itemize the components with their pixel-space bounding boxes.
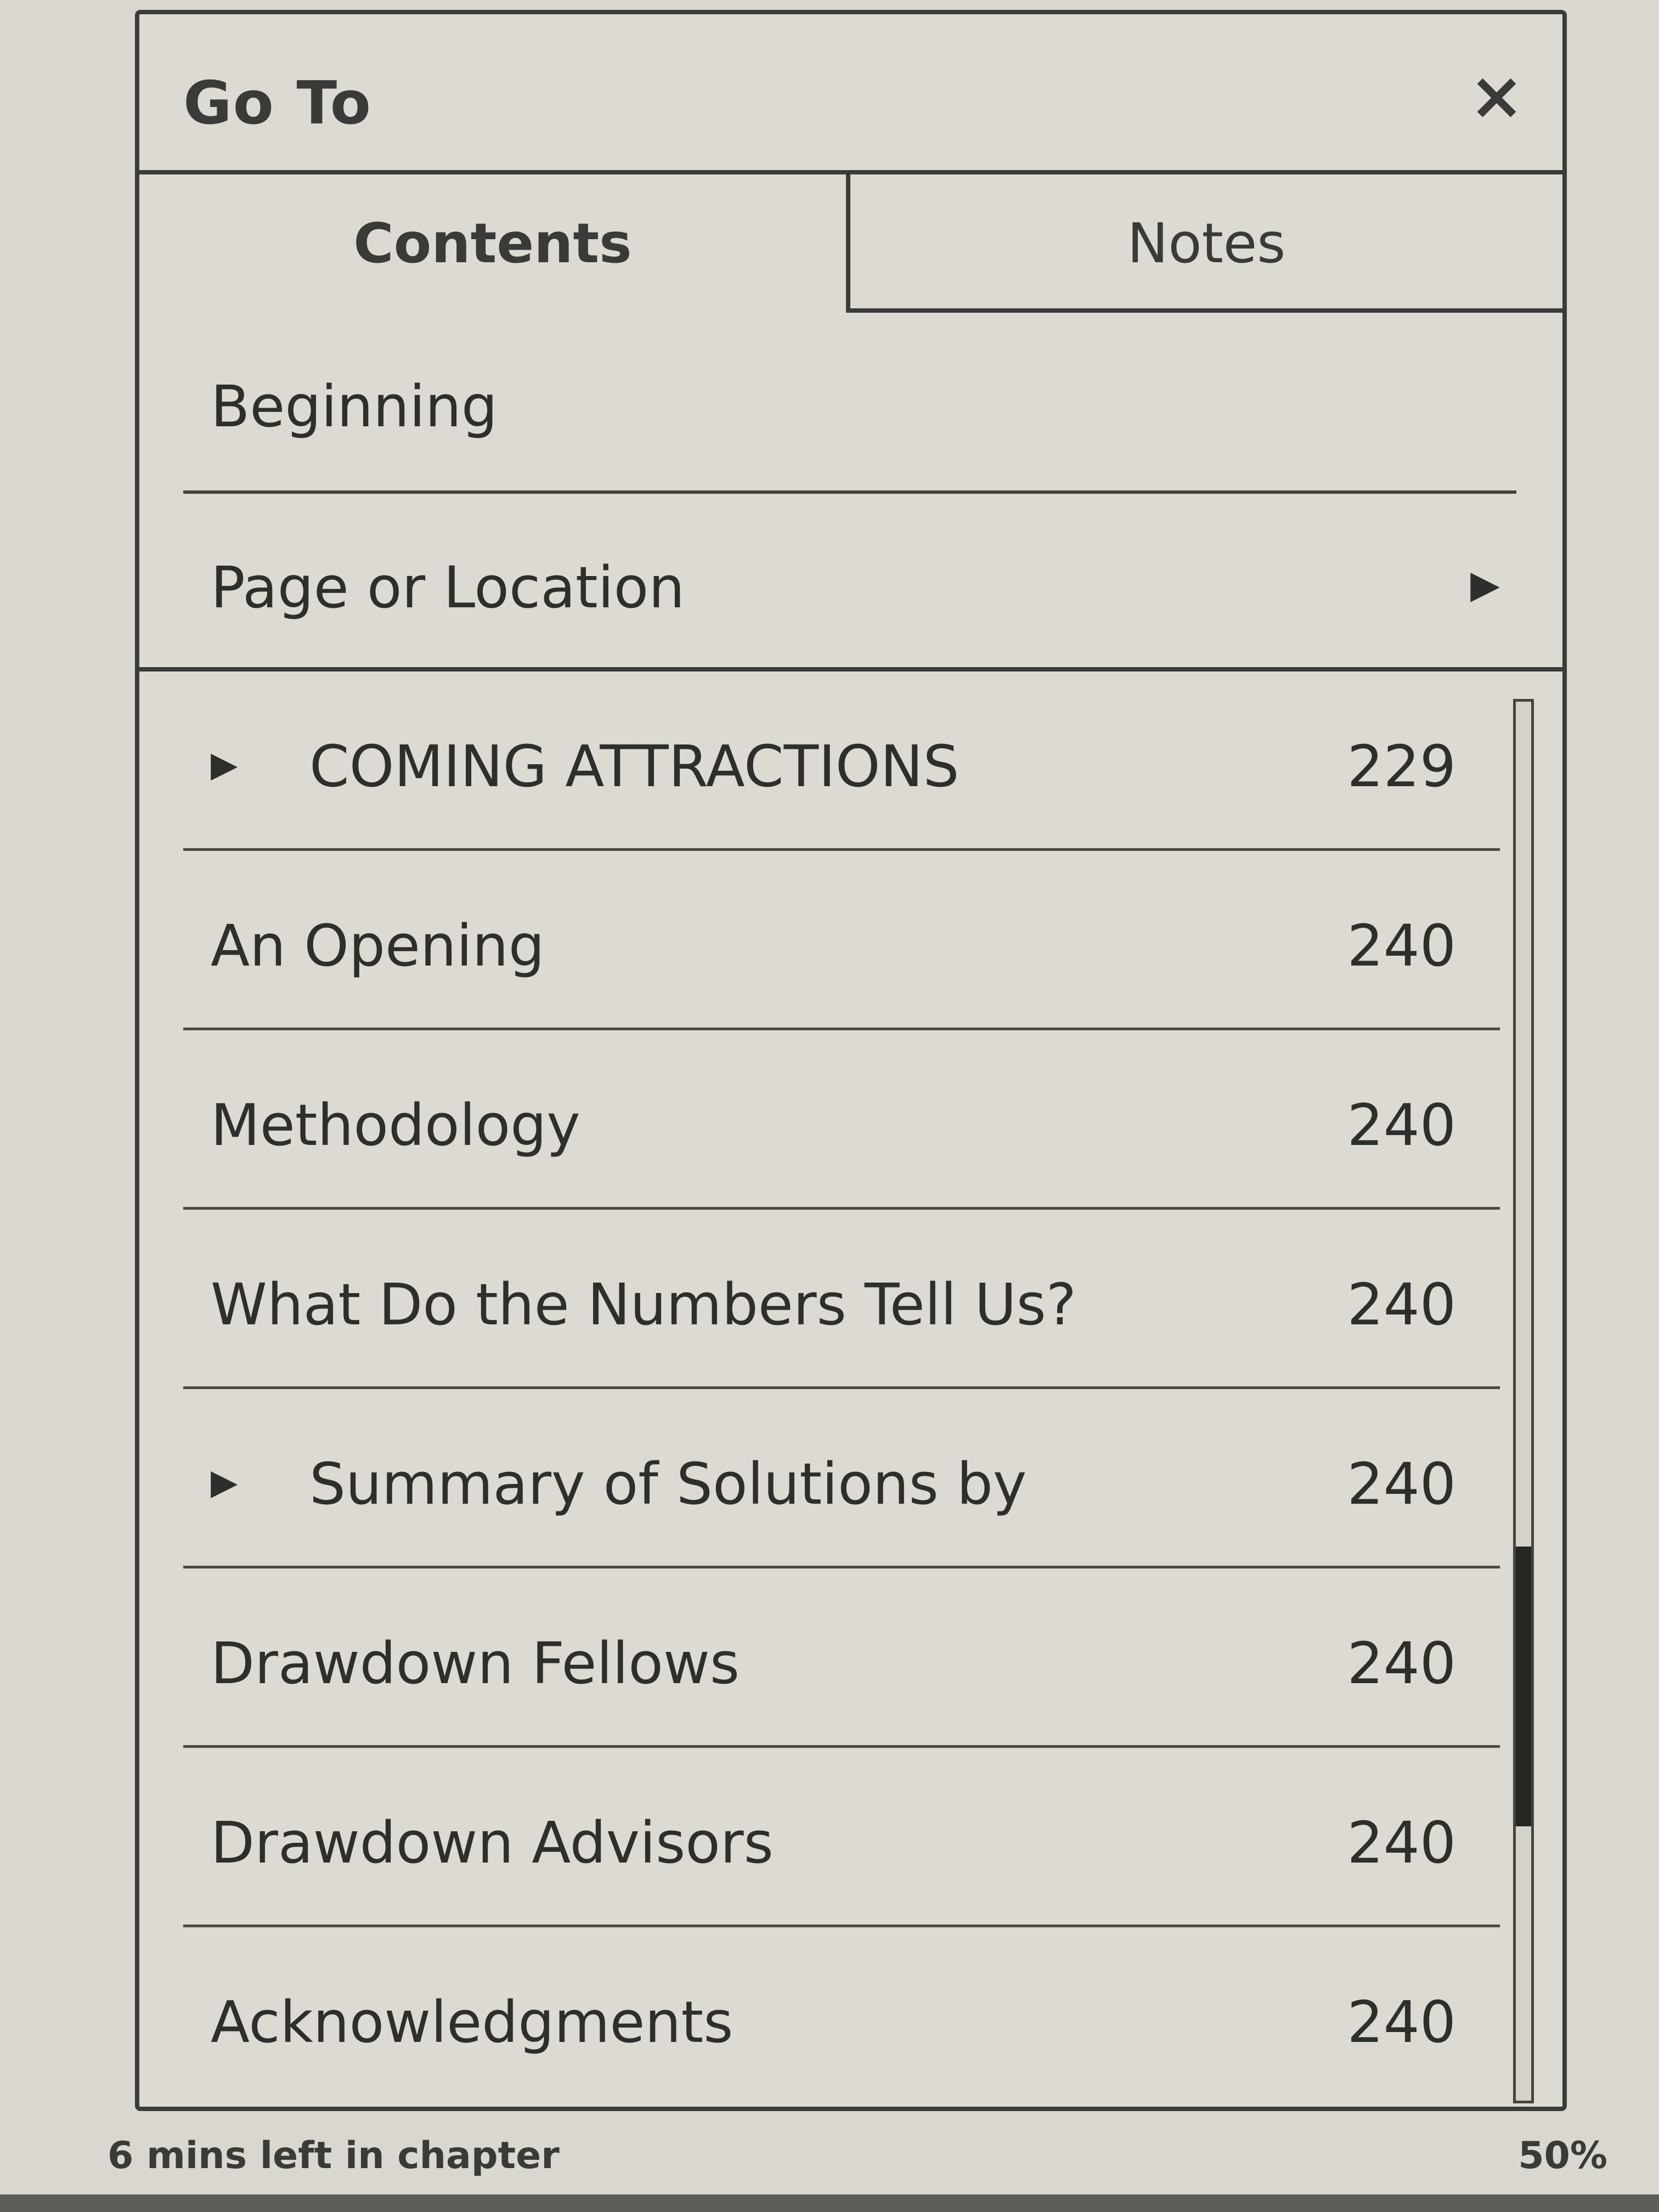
scrollbar[interactable] xyxy=(1513,699,1534,2103)
toc-item-title: Acknowledgments xyxy=(211,1989,733,2056)
toc-item-page: 240 xyxy=(1347,912,1456,979)
toc-item-title: COMING ATTRACTIONS xyxy=(309,733,960,800)
tab-contents[interactable]: Contents xyxy=(139,174,846,313)
reading-progress: 50% xyxy=(1518,2134,1607,2177)
beginning-row[interactable]: Beginning xyxy=(183,313,1516,494)
toc-item-page: 240 xyxy=(1347,1451,1456,1517)
expand-arrow-icon[interactable]: ▶ xyxy=(211,1455,238,1510)
tab-bar: Contents Notes xyxy=(139,174,1562,313)
toc-item-page: 229 xyxy=(1347,733,1456,800)
toc-item[interactable]: An Opening 240 xyxy=(183,851,1500,1030)
chapter-time-left: 6 mins left in chapter xyxy=(108,2134,560,2177)
page-or-location-row[interactable]: Page or Location ▶ xyxy=(183,494,1516,675)
tab-notes[interactable]: Notes xyxy=(846,174,1562,313)
toc-item-title: An Opening xyxy=(211,912,545,979)
close-icon[interactable]: × xyxy=(1458,58,1535,135)
toc-item-page: 240 xyxy=(1347,1092,1456,1159)
toc-item[interactable]: Drawdown Fellows 240 xyxy=(183,1568,1500,1748)
page-or-location-label: Page or Location xyxy=(211,554,685,621)
section-divider xyxy=(139,667,1562,672)
toc-item[interactable]: ▶ COMING ATTRACTIONS 229 xyxy=(183,672,1500,851)
toc-list: ▶ COMING ATTRACTIONS 229 An Opening 240 Metho… xyxy=(183,672,1500,2103)
toc-item-page: 240 xyxy=(1347,1809,1456,1876)
toc-item[interactable]: What Do the Numbers Tell Us? 240 xyxy=(183,1210,1500,1389)
beginning-label: Beginning xyxy=(211,373,498,440)
scrollbar-thumb[interactable] xyxy=(1516,1547,1531,1826)
toc-item-page: 240 xyxy=(1347,1271,1456,1338)
toc-item-title: Methodology xyxy=(211,1092,580,1159)
dialog-title: Go To xyxy=(183,69,372,138)
toc-item[interactable]: Drawdown Advisors 240 xyxy=(183,1748,1500,1927)
toc-item-page: 240 xyxy=(1347,1630,1456,1697)
goto-dialog: Go To × Contents Notes Beginning Page or… xyxy=(135,10,1567,2111)
ereader-screen: Go To × Contents Notes Beginning Page or… xyxy=(0,0,1659,2194)
toc-item-page: 240 xyxy=(1347,1989,1456,2056)
toc-item-title: Summary of Solutions by xyxy=(309,1451,1027,1517)
toc-item[interactable]: Methodology 240 xyxy=(183,1030,1500,1210)
arrow-right-icon: ▶ xyxy=(1470,562,1500,607)
toc-item-title: What Do the Numbers Tell Us? xyxy=(211,1271,1077,1338)
expand-arrow-icon[interactable]: ▶ xyxy=(211,737,238,792)
dialog-header: Go To × xyxy=(139,14,1562,174)
toc-item-title: Drawdown Fellows xyxy=(211,1630,740,1697)
toc-item[interactable]: ▶ Summary of Solutions by 240 xyxy=(183,1389,1500,1568)
toc-item-title: Drawdown Advisors xyxy=(211,1809,774,1876)
toc-item[interactable]: Acknowledgments 240 xyxy=(183,1927,1500,2107)
